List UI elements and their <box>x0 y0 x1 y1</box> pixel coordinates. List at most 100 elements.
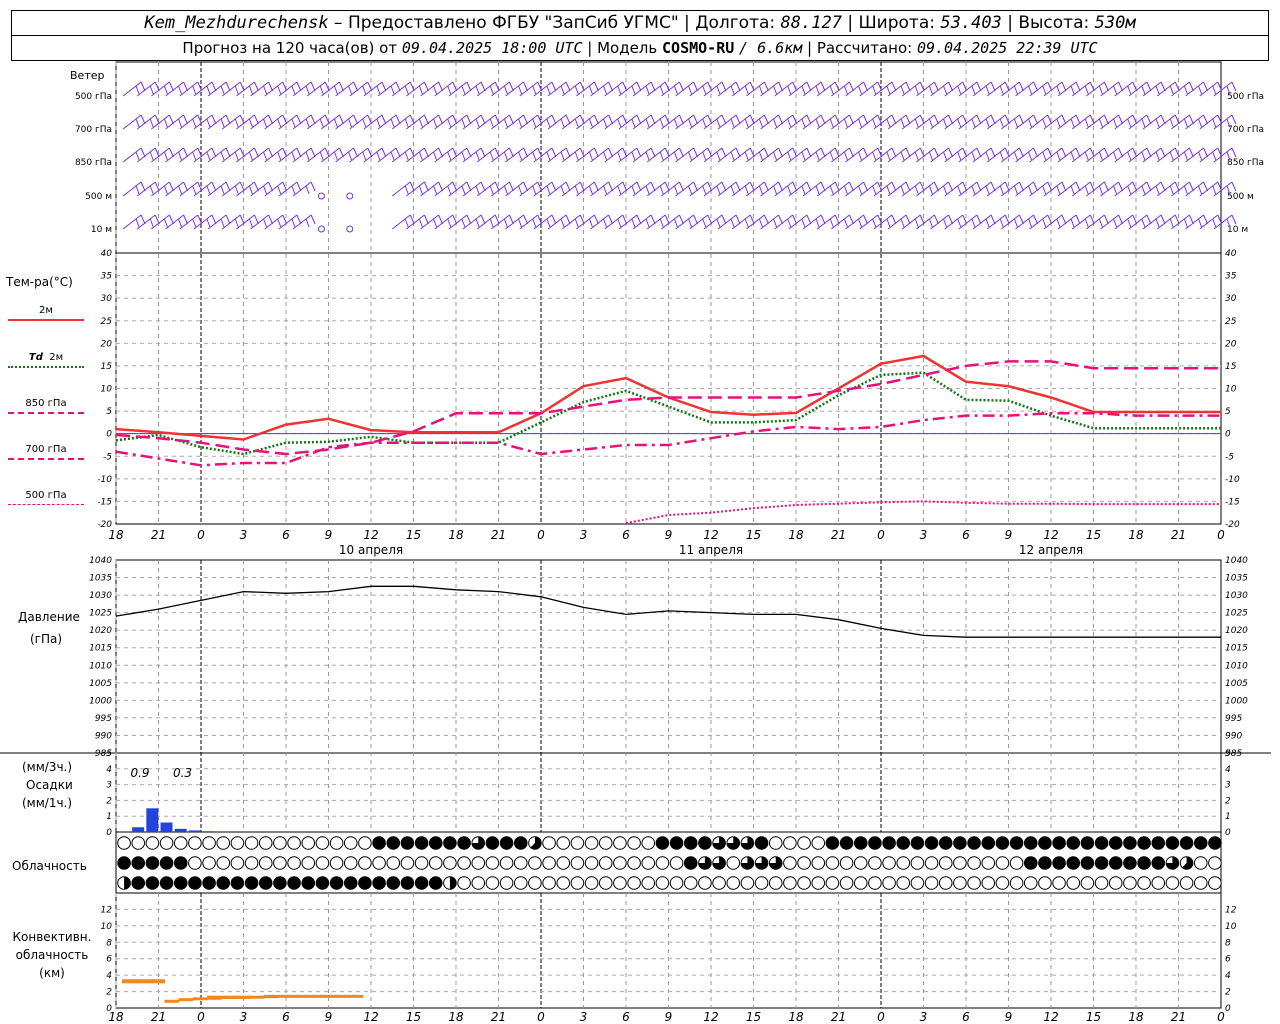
cloud-fill <box>882 836 896 850</box>
y-tick-label: 1 <box>106 812 112 822</box>
cloud-fill <box>443 836 457 850</box>
wind-barb <box>321 147 344 163</box>
wind-barb-staff <box>221 181 241 197</box>
wind-barb-flag <box>248 85 253 95</box>
wind-barb-flag <box>423 214 429 225</box>
wind-barb-flag <box>1160 114 1166 125</box>
cloud-symbol <box>783 836 797 850</box>
wind-barb <box>916 114 939 130</box>
wind-barb-staff <box>207 81 227 97</box>
wind-barb-staff <box>958 147 978 163</box>
wind-barb-flag <box>659 118 664 128</box>
wind-barb <box>250 147 274 163</box>
cloud-symbol <box>924 876 939 890</box>
wind-barb <box>576 181 599 197</box>
wind-barb-flag <box>508 81 514 92</box>
cloud-symbol <box>910 856 925 870</box>
cloud-fill <box>755 836 768 850</box>
wind-barb <box>689 147 713 163</box>
conv-bar <box>277 994 293 998</box>
wind-barb-flag <box>900 85 905 95</box>
wind-barb-flag <box>763 147 769 158</box>
wind-barb-flag <box>1075 147 1081 158</box>
wind-barb-flag <box>985 185 990 195</box>
y-tick-label: 10 <box>101 922 113 932</box>
wind-barb-flag <box>1188 214 1194 225</box>
cloud-symbol <box>953 856 967 870</box>
wind-barb-staff <box>221 81 241 97</box>
legend-2m-label: 2м <box>39 305 53 316</box>
wind-barb-flag <box>848 214 854 225</box>
wind-barb-staff <box>165 114 184 130</box>
wind-barb-staff <box>1015 181 1034 197</box>
wind-barb-flag <box>985 118 990 128</box>
x-tick-label: 9 <box>665 1010 673 1024</box>
y-tick-label: 1005 <box>1225 679 1248 689</box>
wind-barb <box>1043 147 1067 163</box>
cloud-symbol <box>570 836 585 850</box>
precip-bar <box>174 828 187 832</box>
wind-barb-staff <box>391 181 411 197</box>
legend-td-label: Td <box>28 352 43 363</box>
wind-barb-flag <box>608 114 614 125</box>
wind-barb-flag <box>778 81 784 92</box>
wind-barb-staff <box>122 214 142 230</box>
wind-barb-staff <box>632 114 652 130</box>
day-label: 10 апреля <box>339 543 403 557</box>
wind-barb-staff <box>1156 214 1176 230</box>
wind-barb <box>618 181 642 197</box>
conv-bar <box>235 995 250 999</box>
wind-barb-flag <box>206 185 211 195</box>
wind-barb-flag <box>976 214 982 225</box>
wind-barb-staff <box>448 114 468 130</box>
wind-barb <box>1029 81 1053 97</box>
wind-barb <box>547 147 571 163</box>
cloud-symbol <box>542 836 556 850</box>
wind-barb-staff <box>661 81 680 97</box>
wind-barb-staff <box>816 181 836 197</box>
wind-barb <box>887 147 911 163</box>
wind-barb-staff <box>816 114 836 130</box>
wind-barb <box>845 81 869 97</box>
wind-barb-staff <box>916 114 935 130</box>
wind-level-label: 700 гПа <box>1227 125 1264 135</box>
wind-barb <box>547 214 571 230</box>
wind-barb-staff <box>292 181 312 197</box>
wind-barb-staff <box>434 147 454 163</box>
wind-barb-flag <box>1183 118 1188 128</box>
wind-barb <box>703 181 727 197</box>
wind-barb-staff <box>632 181 652 197</box>
wind-barb-flag <box>220 118 225 128</box>
wind-barb-flag <box>593 81 599 92</box>
wind-barb-staff <box>689 181 709 197</box>
wind-barb-staff <box>873 214 893 230</box>
wind-barb-staff <box>476 81 496 97</box>
wind-barb-flag <box>820 214 826 225</box>
wind-barb-flag <box>574 118 579 128</box>
wind-barb-flag <box>957 151 962 161</box>
wind-barb-flag <box>650 181 656 192</box>
cloud-symbol <box>329 856 344 870</box>
wind-barb <box>916 181 939 197</box>
x-tick-label: 15 <box>1086 1010 1101 1024</box>
wind-barb-flag <box>905 81 911 92</box>
cloud-fill <box>1066 856 1080 870</box>
wind-barb-flag <box>659 218 664 228</box>
wind-barb <box>632 114 656 130</box>
wind-barb-staff <box>887 214 907 230</box>
cloud-symbol <box>938 876 953 890</box>
cloud-symbol <box>811 856 826 870</box>
wind-barb-staff <box>958 214 978 230</box>
wind-barb-staff <box>788 114 808 130</box>
wind-barb-flag <box>905 114 911 125</box>
y-tick-label: 1015 <box>1225 644 1248 654</box>
wind-barb <box>944 114 968 130</box>
wind-barb-flag <box>551 147 557 158</box>
y-tick-label: 5 <box>1225 407 1231 417</box>
y-tick-label: 10 <box>1225 385 1237 395</box>
wind-barb-flag <box>225 81 231 92</box>
wind-barb-flag <box>253 81 259 92</box>
wind-level-label: 500 гПа <box>1227 92 1264 102</box>
wind-barb-flag <box>688 85 693 95</box>
precip-title: Осадки <box>26 778 73 792</box>
